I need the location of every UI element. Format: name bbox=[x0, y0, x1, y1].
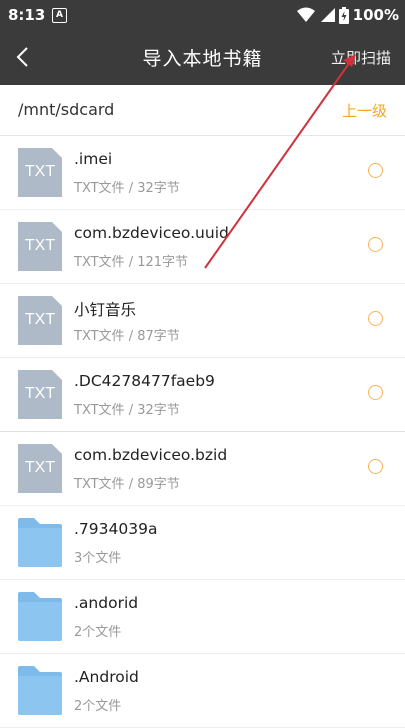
txt-file-icon: TXT bbox=[18, 444, 62, 493]
folder-row[interactable]: .Android 2个文件 bbox=[0, 654, 405, 728]
file-name: .DC4278477faeb9 bbox=[74, 372, 215, 390]
status-time: 8:13 bbox=[8, 6, 46, 24]
file-meta: TXT文件 / 121字节 bbox=[74, 255, 189, 270]
folder-icon bbox=[18, 666, 62, 715]
wifi-icon bbox=[296, 7, 315, 22]
folder-icon bbox=[18, 518, 62, 567]
parent-folder-button[interactable]: 上一级 bbox=[342, 100, 387, 121]
select-radio[interactable] bbox=[368, 237, 383, 252]
select-radio[interactable] bbox=[368, 385, 383, 400]
status-icons: 100% bbox=[296, 5, 399, 25]
notification-a-icon: A bbox=[52, 8, 67, 23]
path-bar: /mnt/sdcard 上一级 bbox=[0, 85, 405, 136]
file-row[interactable]: TXT 小钉音乐 TXT文件 / 87字节 bbox=[0, 284, 405, 358]
file-list: TXT .imei TXT文件 / 32字节 TXT com.bzdeviceo… bbox=[0, 136, 405, 728]
file-meta: TXT文件 / 32字节 bbox=[74, 403, 180, 418]
folder-name: .Android bbox=[74, 668, 139, 686]
file-row[interactable]: TXT com.bzdeviceo.uuid TXT文件 / 121字节 bbox=[0, 210, 405, 284]
file-name: com.bzdeviceo.uuid bbox=[74, 224, 229, 242]
status-bar: 8:13 A 100% bbox=[0, 0, 405, 30]
file-meta: TXT文件 / 87字节 bbox=[74, 329, 180, 344]
folder-row[interactable]: .7934039a 3个文件 bbox=[0, 506, 405, 580]
select-radio[interactable] bbox=[368, 163, 383, 178]
txt-file-icon: TXT bbox=[18, 370, 62, 419]
folder-meta: 2个文件 bbox=[74, 625, 122, 640]
select-radio[interactable] bbox=[368, 459, 383, 474]
current-path: /mnt/sdcard bbox=[18, 100, 115, 119]
file-row[interactable]: TXT .DC4278477faeb9 TXT文件 / 32字节 bbox=[0, 358, 405, 432]
file-name: .imei bbox=[74, 150, 113, 168]
folder-icon bbox=[18, 592, 62, 641]
signal-icon bbox=[320, 8, 335, 22]
file-name: com.bzdeviceo.bzid bbox=[74, 446, 228, 464]
txt-file-icon: TXT bbox=[18, 296, 62, 345]
file-meta: TXT文件 / 32字节 bbox=[74, 181, 180, 196]
folder-name: .andorid bbox=[74, 594, 139, 612]
file-name: 小钉音乐 bbox=[74, 301, 137, 319]
folder-meta: 2个文件 bbox=[74, 699, 122, 714]
battery-icon bbox=[338, 6, 349, 24]
folder-meta: 3个文件 bbox=[74, 551, 122, 566]
file-meta: TXT文件 / 89字节 bbox=[74, 477, 180, 492]
file-row[interactable]: TXT com.bzdeviceo.bzid TXT文件 / 89字节 bbox=[0, 432, 405, 506]
app-bar: 导入本地书籍 立即扫描 bbox=[0, 30, 405, 85]
file-row[interactable]: TXT .imei TXT文件 / 32字节 bbox=[0, 136, 405, 210]
txt-file-icon: TXT bbox=[18, 148, 62, 197]
txt-file-icon: TXT bbox=[18, 222, 62, 271]
battery-percent: 100% bbox=[352, 6, 399, 24]
select-radio[interactable] bbox=[368, 311, 383, 326]
folder-row[interactable]: .andorid 2个文件 bbox=[0, 580, 405, 654]
folder-name: .7934039a bbox=[74, 520, 158, 538]
scan-now-button[interactable]: 立即扫描 bbox=[331, 47, 391, 68]
